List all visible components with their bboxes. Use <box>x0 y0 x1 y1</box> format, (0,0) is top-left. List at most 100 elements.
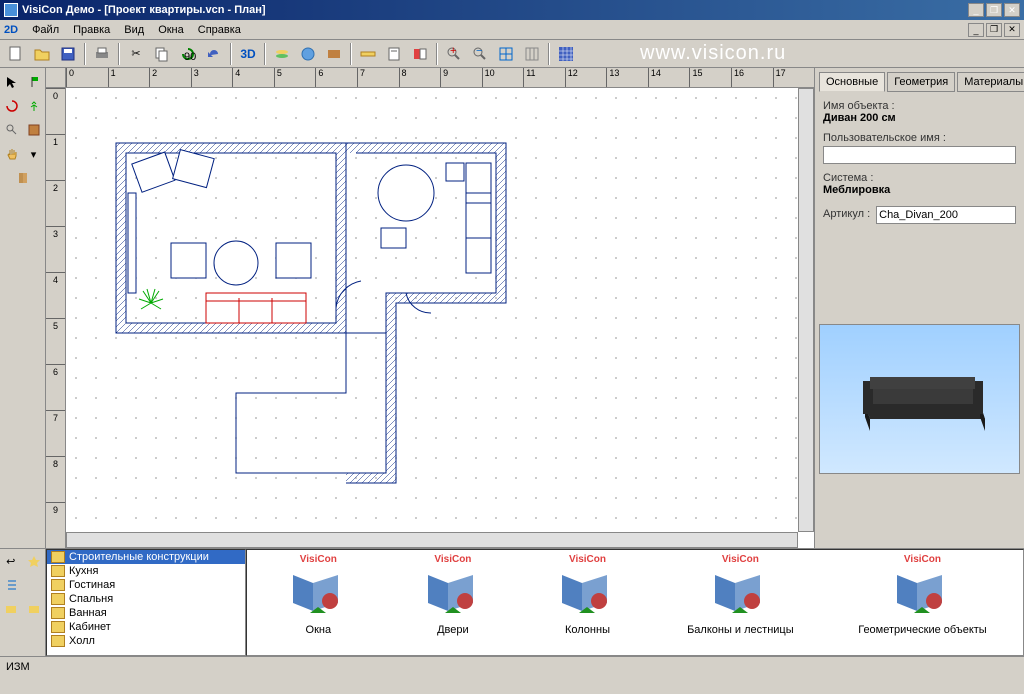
undo-button[interactable] <box>202 42 226 66</box>
lib-back-button[interactable]: ↩ <box>2 551 20 571</box>
library-item-windows[interactable]: VisiCon Окна <box>283 570 353 636</box>
user-name-input[interactable] <box>823 146 1016 164</box>
article-input[interactable] <box>876 206 1016 224</box>
zoom-tool[interactable] <box>2 120 22 140</box>
folder-icon <box>51 593 65 605</box>
pan-tool[interactable] <box>2 144 22 164</box>
tree-item-office[interactable]: Кабинет <box>47 620 245 634</box>
cut-button[interactable]: ✂ <box>124 42 148 66</box>
catalog-button[interactable] <box>408 42 432 66</box>
ruler-mark: 15 <box>689 68 731 87</box>
measure-button[interactable] <box>356 42 380 66</box>
select-tool[interactable] <box>2 72 22 92</box>
rotate-tool[interactable] <box>2 96 22 116</box>
new-button[interactable] <box>4 42 28 66</box>
folder-icon <box>51 551 65 563</box>
window-title: VisiCon Демо - [Проект квартиры.vcn - Пл… <box>22 4 968 16</box>
main-toolbar: ✂ 90 3D + − www.visicon.ru <box>0 40 1024 68</box>
library-item-geometric[interactable]: VisiCon Геометрические объекты <box>858 570 986 636</box>
rotate-button[interactable]: 90 <box>176 42 200 66</box>
ruler-mark: 2 <box>46 180 65 226</box>
globe-button[interactable] <box>296 42 320 66</box>
canvas-area: 0 1 2 3 4 5 6 7 8 9 10 11 12 13 14 15 16… <box>46 68 814 548</box>
lib-fav-button[interactable] <box>26 551 44 571</box>
folder-icon <box>51 621 65 633</box>
window-controls: _ ❐ ✕ <box>968 23 1020 37</box>
vertical-scrollbar[interactable] <box>798 88 814 532</box>
visicon-logo: VisiCon <box>904 554 941 565</box>
mdi-close-button[interactable]: ✕ <box>1004 3 1020 17</box>
copy-button[interactable] <box>150 42 174 66</box>
zoom-in-button[interactable]: + <box>442 42 466 66</box>
property-tabs: Основные Геометрия Материалы <box>819 72 1020 92</box>
ruler-mark: 12 <box>565 68 607 87</box>
save-button[interactable] <box>56 42 80 66</box>
mdi-minimize-button[interactable]: _ <box>968 3 984 17</box>
mdi-restore-button[interactable]: ❐ <box>986 3 1002 17</box>
horizontal-scrollbar[interactable] <box>66 532 798 548</box>
menu-file[interactable]: Файл <box>26 22 65 38</box>
menu-view[interactable]: Вид <box>118 22 150 38</box>
restore-button[interactable]: ❐ <box>986 23 1002 37</box>
tree-item-living[interactable]: Гостиная <box>47 578 245 592</box>
ruler-mark: 9 <box>46 502 65 548</box>
menu-windows[interactable]: Окна <box>152 22 190 38</box>
tab-main[interactable]: Основные <box>819 72 885 92</box>
grid-toggle-button[interactable] <box>554 42 578 66</box>
print-button[interactable] <box>90 42 114 66</box>
drawing-canvas[interactable] <box>66 88 814 548</box>
library-tree[interactable]: Строительные конструкции Кухня Гостиная … <box>46 549 246 656</box>
menu-edit[interactable]: Правка <box>67 22 116 38</box>
close-button[interactable]: ✕ <box>1004 23 1020 37</box>
ruler-mark: 6 <box>315 68 357 87</box>
grid1-button[interactable] <box>494 42 518 66</box>
library-item-columns[interactable]: VisiCon Колонны <box>552 570 622 636</box>
grid2-button[interactable] <box>520 42 544 66</box>
statusbar: ИЗМ <box>0 656 1024 676</box>
system-label: Система : <box>823 172 1016 184</box>
visicon-logo: VisiCon <box>434 554 471 565</box>
dropdown-tool[interactable]: ▾ <box>24 144 44 164</box>
door-tool[interactable] <box>13 168 33 188</box>
layers-button[interactable] <box>270 42 294 66</box>
zoom-out-button[interactable]: − <box>468 42 492 66</box>
plant-tool[interactable] <box>24 96 44 116</box>
ruler-mark: 13 <box>606 68 648 87</box>
website-url: www.visicon.ru <box>640 42 786 65</box>
ruler-mark: 6 <box>46 364 65 410</box>
lib-tree-button[interactable] <box>2 575 22 595</box>
library-item-doors[interactable]: VisiCon Двери <box>418 570 488 636</box>
ruler-mark: 1 <box>108 68 150 87</box>
ruler-mark: 4 <box>232 68 274 87</box>
ruler-horizontal: 0 1 2 3 4 5 6 7 8 9 10 11 12 13 14 15 16… <box>66 68 814 88</box>
user-name-label: Пользовательское имя : <box>823 132 1016 144</box>
library-item-balconies[interactable]: VisiCon Балконы и лестницы <box>687 570 794 636</box>
mode-3d-button[interactable]: 3D <box>236 42 260 66</box>
texture-tool[interactable] <box>24 120 44 140</box>
tab-materials[interactable]: Материалы <box>957 72 1024 92</box>
ruler-mark: 11 <box>523 68 565 87</box>
library-item-label: Балконы и лестницы <box>687 624 794 636</box>
open-button[interactable] <box>30 42 54 66</box>
workspace: ▾ 0 1 2 3 4 5 6 7 8 9 10 11 12 13 14 15 … <box>0 68 1024 548</box>
flag-tool[interactable] <box>24 72 44 92</box>
tree-item-bedroom[interactable]: Спальня <box>47 592 245 606</box>
minimize-button[interactable]: _ <box>968 23 984 37</box>
tab-geometry[interactable]: Геометрия <box>887 72 955 92</box>
lib-folder2-button[interactable] <box>26 599 44 619</box>
document-name: [Проект квартиры.vcn - План] <box>104 4 265 16</box>
sofa-preview-icon <box>845 359 995 439</box>
wall-button[interactable] <box>322 42 346 66</box>
library-items: VisiCon Окна VisiCon Двери VisiCon Колон… <box>246 549 1024 656</box>
menu-help[interactable]: Справка <box>192 22 247 38</box>
mode-2d-indicator[interactable]: 2D <box>4 24 18 36</box>
estimate-button[interactable] <box>382 42 406 66</box>
ruler-mark: 7 <box>46 410 65 456</box>
tree-item-construction[interactable]: Строительные конструкции <box>47 550 245 564</box>
library-panel: ↩ Строительные конструкции Кухня Гостина… <box>0 548 1024 656</box>
tree-item-bathroom[interactable]: Ванная <box>47 606 245 620</box>
tree-item-hall[interactable]: Холл <box>47 634 245 648</box>
lib-folder-button[interactable] <box>2 599 20 619</box>
tree-item-kitchen[interactable]: Кухня <box>47 564 245 578</box>
ruler-mark: 4 <box>46 272 65 318</box>
